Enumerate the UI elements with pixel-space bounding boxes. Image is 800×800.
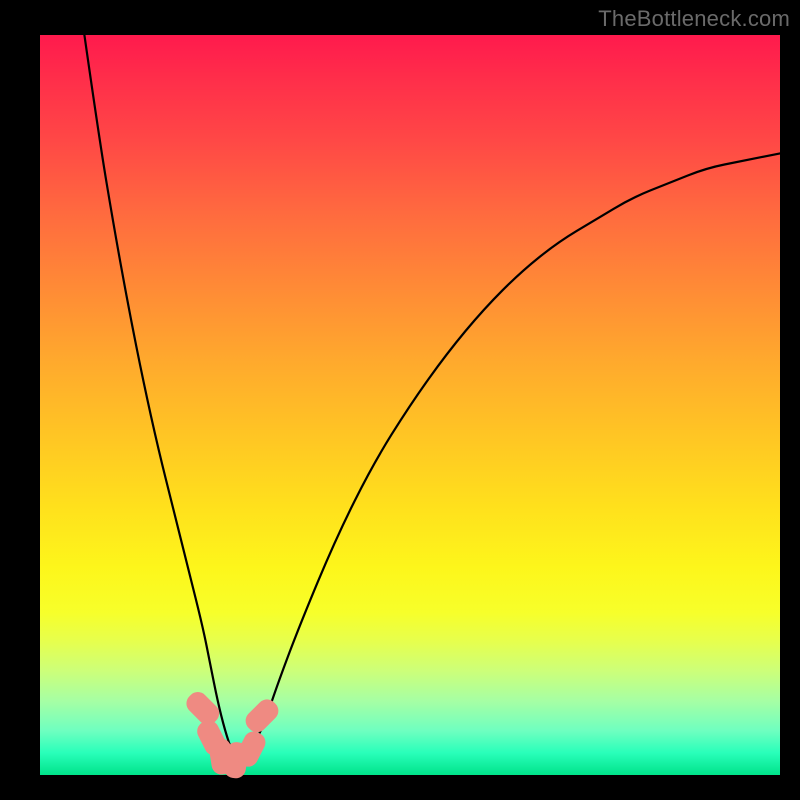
chart-plot-area — [40, 35, 780, 775]
chart-svg — [40, 35, 780, 775]
watermark-text: TheBottleneck.com — [598, 6, 790, 32]
curve-marker — [241, 695, 282, 736]
curve-markers-group — [182, 688, 282, 780]
chart-frame: TheBottleneck.com — [0, 0, 800, 800]
bottleneck-curve-path — [84, 35, 780, 758]
